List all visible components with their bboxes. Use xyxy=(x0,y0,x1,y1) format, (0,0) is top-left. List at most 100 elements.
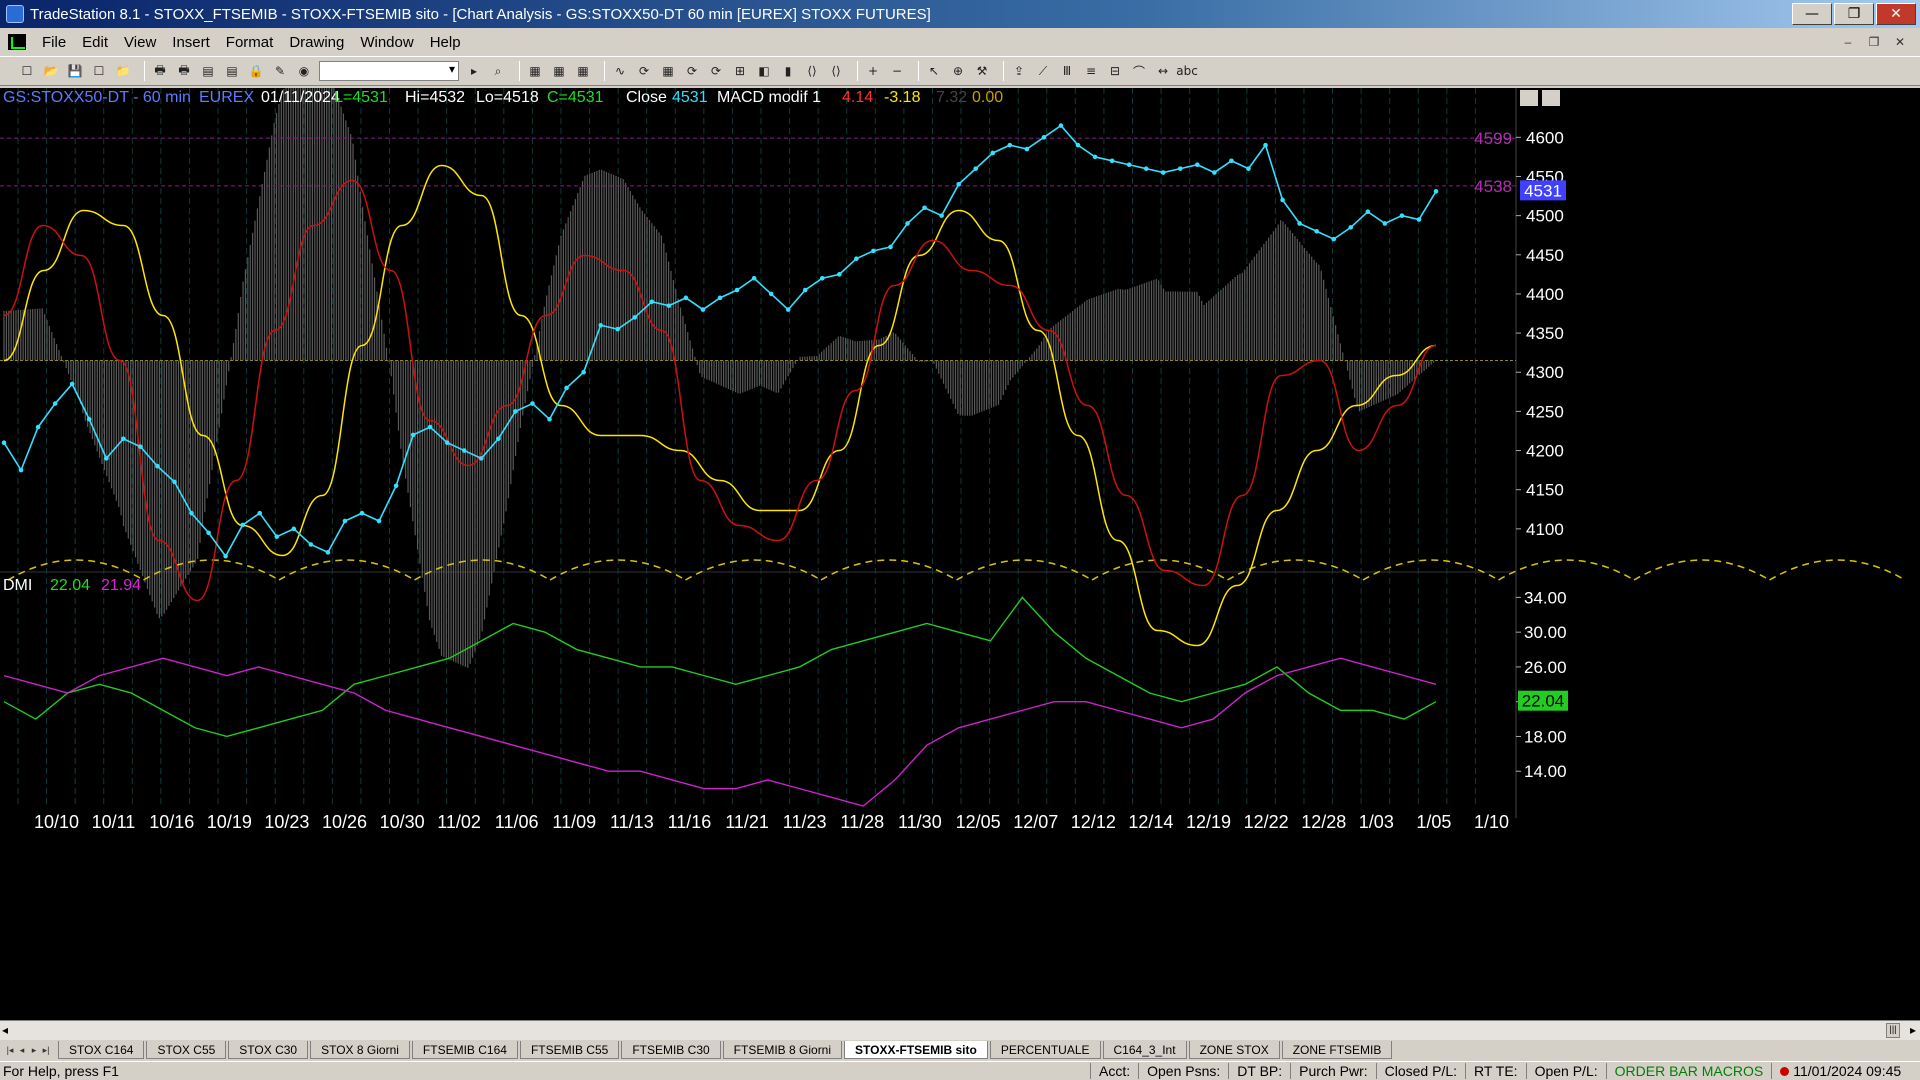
x-tick-label: 12/19 xyxy=(1186,812,1231,832)
x-tick-label: 11/06 xyxy=(495,812,539,832)
minimize-button[interactable]: — xyxy=(1792,3,1832,25)
table-icon[interactable]: ▦ xyxy=(574,62,592,80)
tab-prev-icon[interactable]: ◂ xyxy=(16,1043,28,1057)
mdi-restore-button[interactable]: ❐ xyxy=(1864,33,1884,51)
chart10-icon[interactable]: ⟨⟩ xyxy=(827,62,845,80)
chart4-icon[interactable]: ⟳ xyxy=(683,62,701,80)
mdi-minimize-button[interactable]: – xyxy=(1838,33,1858,51)
print-icon[interactable]: 🖶 xyxy=(151,62,169,80)
price-point xyxy=(871,248,876,254)
menu-edit[interactable]: Edit xyxy=(74,34,116,51)
chart7-icon[interactable]: ◧ xyxy=(755,62,773,80)
horizontal-scrollbar[interactable]: ◂ ||| ▸ xyxy=(0,1020,1920,1040)
hammer-icon[interactable]: ⚒ xyxy=(973,62,991,80)
folder-icon[interactable]: 📁 xyxy=(114,62,132,80)
tab-zone-stox[interactable]: ZONE STOX xyxy=(1188,1041,1280,1059)
globe-icon[interactable]: ◉ xyxy=(295,62,313,80)
price-tick-label: 4100 xyxy=(1526,520,1564,539)
chart2-icon[interactable]: ⟳ xyxy=(635,62,653,80)
tab-stox-c30[interactable]: STOX C30 xyxy=(228,1041,309,1059)
chart-area[interactable]: 4599 4538 4100 4150 4200 4250 4300 4350 4400 4450… xyxy=(0,88,1920,1020)
price-point xyxy=(1280,197,1285,203)
chart3-icon[interactable]: ▦ xyxy=(659,62,677,80)
symbol-combo[interactable] xyxy=(319,61,459,81)
save-all-icon[interactable]: 💾 xyxy=(66,62,84,80)
menu-insert[interactable]: Insert xyxy=(164,34,218,51)
arrow-draw-icon[interactable]: ↔ xyxy=(1154,62,1172,80)
header-macd-v1: 4.14 xyxy=(842,89,873,106)
new-icon[interactable]: ☐ xyxy=(18,62,36,80)
menu-format[interactable]: Format xyxy=(218,34,282,51)
open-icon[interactable]: 📂 xyxy=(42,62,60,80)
title-bar: TradeStation 8.1 - STOXX_FTSEMIB - STOXX… xyxy=(0,0,1920,28)
scroll-right-icon[interactable]: ▸ xyxy=(1910,1023,1916,1037)
new-workspace-icon[interactable]: ☐ xyxy=(90,62,108,80)
chart-svg[interactable]: 4599 4538 4100 4150 4200 4250 4300 4350 4400 4450… xyxy=(0,88,1920,1020)
price-point xyxy=(1263,142,1268,148)
chart8-icon[interactable]: ▮ xyxy=(779,62,797,80)
x-tick-label: 10/26 xyxy=(322,812,367,832)
price-point xyxy=(581,369,586,375)
price-point xyxy=(257,510,263,516)
tab-ftsemib-c164[interactable]: FTSEMIB C164 xyxy=(411,1041,518,1059)
restore-button[interactable]: ❐ xyxy=(1834,3,1874,25)
export-icon[interactable]: ⇪ xyxy=(1010,62,1028,80)
chart5-icon[interactable]: ⟳ xyxy=(707,62,725,80)
window2-icon[interactable]: ▤ xyxy=(223,62,241,80)
tab-percentuale[interactable]: PERCENTUALE xyxy=(989,1041,1101,1059)
fib-icon[interactable]: Ⅲ xyxy=(1058,62,1076,80)
menu-file[interactable]: File xyxy=(34,34,74,51)
scroll-left-icon[interactable]: ◂ xyxy=(2,1023,8,1037)
header-low: Lo=4518 xyxy=(476,89,539,106)
price-tick-label: 4150 xyxy=(1526,481,1564,500)
chart9-icon[interactable]: ⟨⟩ xyxy=(803,62,821,80)
channel-icon[interactable]: ⊟ xyxy=(1106,62,1124,80)
lock-icon[interactable]: 🔒 xyxy=(247,62,265,80)
arrow-icon[interactable]: ▸ xyxy=(465,62,483,80)
tab-stox-c164[interactable]: STOX C164 xyxy=(58,1041,145,1059)
grid1-icon[interactable]: ▦ xyxy=(526,62,544,80)
pointer-icon[interactable]: ↖ xyxy=(925,62,943,80)
chart-window-icon[interactable] xyxy=(8,34,26,50)
tab-ftsemib-c55[interactable]: FTSEMIB C55 xyxy=(519,1041,620,1059)
window-title: TradeStation 8.1 - STOXX_FTSEMIB - STOXX… xyxy=(30,5,931,23)
tab-stox-c55[interactable]: STOX C55 xyxy=(146,1041,227,1059)
price-point xyxy=(700,307,706,312)
tab-c164-3-int[interactable]: C164_3_Int xyxy=(1102,1041,1187,1059)
find-icon[interactable]: ⌕ xyxy=(489,62,507,80)
zoom-out-icon[interactable]: − xyxy=(888,62,906,80)
tools-icon[interactable]: ✎ xyxy=(271,62,289,80)
grid2-icon[interactable]: ▦ xyxy=(550,62,568,80)
crosshair-icon[interactable]: ⊕ xyxy=(949,62,967,80)
mdi-close-button[interactable]: ✕ xyxy=(1890,33,1910,51)
tab-stox-8-giorni[interactable]: STOX 8 Giorni xyxy=(310,1041,410,1059)
scroll-thumb[interactable]: ||| xyxy=(1886,1023,1900,1038)
tab-last-icon[interactable]: ▸| xyxy=(40,1043,52,1057)
text-icon[interactable]: abc xyxy=(1176,62,1198,80)
menu-help[interactable]: Help xyxy=(422,34,469,51)
chart6-icon[interactable]: ⊞ xyxy=(731,62,749,80)
price-point xyxy=(785,307,791,312)
tab-ftsemib-c30[interactable]: FTSEMIB C30 xyxy=(621,1041,721,1059)
hline-icon[interactable]: ≡ xyxy=(1082,62,1100,80)
price-tick-label: 4300 xyxy=(1526,363,1564,382)
open-pl-field: Open P/L: xyxy=(1525,1063,1606,1079)
tab-stoxx-ftsemib-sito[interactable]: STOXX-FTSEMIB sito xyxy=(844,1041,988,1059)
price-point xyxy=(956,182,961,187)
menu-window[interactable]: Window xyxy=(352,34,421,51)
tab-zone-ftsemib[interactable]: ZONE FTSEMIB xyxy=(1281,1041,1393,1059)
tab-next-icon[interactable]: ▸ xyxy=(28,1043,40,1057)
close-button[interactable]: ✕ xyxy=(1876,3,1916,25)
print-preview-icon[interactable]: 🖶 xyxy=(175,62,193,80)
line-icon[interactable]: ⟋ xyxy=(1034,62,1052,80)
window-icon[interactable]: ▤ xyxy=(199,62,217,80)
menu-drawing[interactable]: Drawing xyxy=(281,34,352,51)
order-bar-macros[interactable]: ORDER BAR MACROS xyxy=(1605,1063,1772,1079)
menu-view[interactable]: View xyxy=(116,34,164,51)
trend-icon[interactable]: ⌒ xyxy=(1130,62,1148,80)
cycle-arc xyxy=(1091,559,1228,581)
chart1-icon[interactable]: ∿ xyxy=(611,62,629,80)
zoom-in-icon[interactable]: + xyxy=(864,62,882,80)
tab-ftsemib-8-giorni[interactable]: FTSEMIB 8 Giorni xyxy=(722,1041,843,1059)
tab-first-icon[interactable]: |◂ xyxy=(4,1043,16,1057)
